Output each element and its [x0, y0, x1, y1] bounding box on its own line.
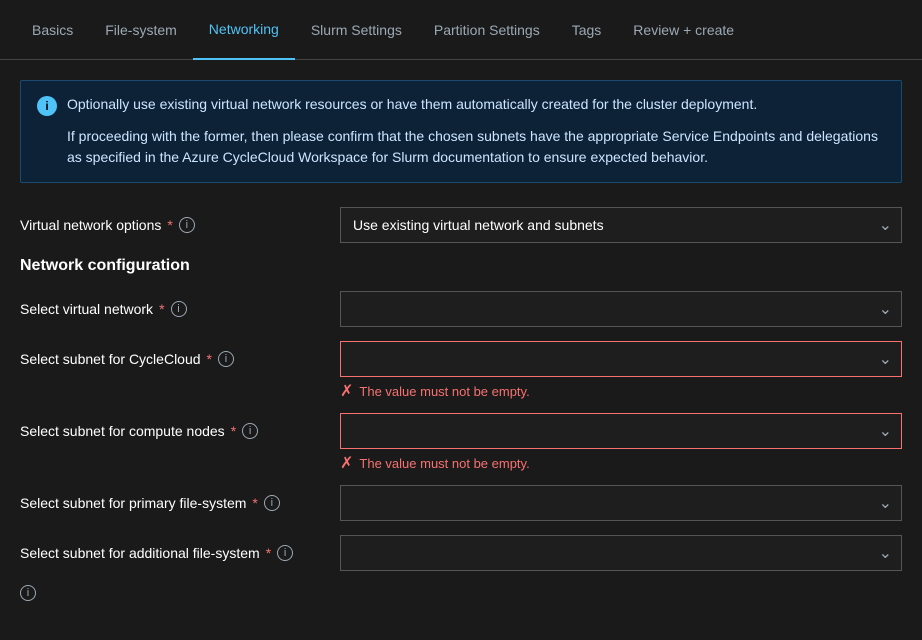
select-virtual-network-row: Select virtual network * i ⌄: [20, 291, 902, 327]
select-subnet-compute-info-icon[interactable]: i: [242, 423, 258, 439]
virtual-network-options-info-icon[interactable]: i: [179, 217, 195, 233]
tab-basics[interactable]: Basics: [16, 0, 89, 60]
select-subnet-compute-row: Select subnet for compute nodes * i ⌄: [20, 413, 902, 449]
select-subnet-cyclecloud-row: Select subnet for CycleCloud * i ⌄: [20, 341, 902, 377]
tab-partition[interactable]: Partition Settings: [418, 0, 556, 60]
virtual-network-options-section: Virtual network options * i Use existing…: [20, 207, 902, 243]
select-subnet-primary-fs-required: *: [252, 495, 257, 511]
select-subnet-cyclecloud-select[interactable]: [340, 341, 902, 377]
select-virtual-network-wrapper: ⌄: [340, 291, 902, 327]
main-content: i Optionally use existing virtual networ…: [0, 60, 922, 621]
network-configuration-heading: Network configuration: [20, 257, 902, 275]
select-subnet-primary-fs-row: Select subnet for primary file-system * …: [20, 485, 902, 521]
tab-slurm[interactable]: Slurm Settings: [295, 0, 418, 60]
select-subnet-primary-fs-label: Select subnet for primary file-system * …: [20, 495, 340, 511]
select-virtual-network-label-text: Select virtual network: [20, 301, 153, 317]
bottom-info-row: i: [20, 585, 902, 601]
select-subnet-cyclecloud-error-text: The value must not be empty.: [359, 384, 529, 399]
select-subnet-cyclecloud-wrapper: ⌄: [340, 341, 902, 377]
select-subnet-additional-fs-wrapper: ⌄: [340, 535, 902, 571]
select-subnet-cyclecloud-error-icon: ✗: [340, 381, 353, 401]
select-subnet-compute-error-icon: ✗: [340, 453, 353, 473]
select-virtual-network-info-icon[interactable]: i: [171, 301, 187, 317]
select-subnet-cyclecloud-info-icon[interactable]: i: [218, 351, 234, 367]
select-virtual-network-label: Select virtual network * i: [20, 301, 340, 317]
tab-review[interactable]: Review + create: [617, 0, 750, 60]
virtual-network-options-wrapper: Use existing virtual network and subnets…: [340, 207, 902, 243]
tab-networking[interactable]: Networking: [193, 0, 295, 60]
select-subnet-primary-fs-section: Select subnet for primary file-system * …: [20, 485, 902, 521]
bottom-info-icon[interactable]: i: [20, 585, 36, 601]
info-box-line1: Optionally use existing virtual network …: [67, 95, 757, 115]
select-subnet-compute-label: Select subnet for compute nodes * i: [20, 423, 340, 439]
select-subnet-additional-fs-required: *: [266, 545, 271, 561]
select-subnet-compute-error-text: The value must not be empty.: [359, 456, 529, 471]
select-subnet-compute-error-row: ✗ The value must not be empty.: [20, 453, 902, 473]
select-subnet-primary-fs-label-text: Select subnet for primary file-system: [20, 495, 246, 511]
virtual-network-options-required: *: [167, 217, 172, 233]
select-subnet-compute-select[interactable]: [340, 413, 902, 449]
select-virtual-network-section: Select virtual network * i ⌄: [20, 291, 902, 327]
tab-filesystem[interactable]: File-system: [89, 0, 193, 60]
select-subnet-primary-fs-select[interactable]: [340, 485, 902, 521]
select-subnet-cyclecloud-section: Select subnet for CycleCloud * i ⌄ ✗ The…: [20, 341, 902, 401]
select-subnet-compute-label-text: Select subnet for compute nodes: [20, 423, 225, 439]
info-box-line2: If proceeding with the former, then plea…: [37, 126, 885, 168]
tab-tags[interactable]: Tags: [556, 0, 618, 60]
virtual-network-options-select[interactable]: Use existing virtual network and subnets…: [340, 207, 902, 243]
select-subnet-additional-fs-info-icon[interactable]: i: [277, 545, 293, 561]
info-box: i Optionally use existing virtual networ…: [20, 80, 902, 183]
select-subnet-additional-fs-row: Select subnet for additional file-system…: [20, 535, 902, 571]
select-subnet-cyclecloud-label: Select subnet for CycleCloud * i: [20, 351, 340, 367]
select-subnet-compute-wrapper: ⌄: [340, 413, 902, 449]
select-subnet-additional-fs-select[interactable]: [340, 535, 902, 571]
select-virtual-network-required: *: [159, 301, 164, 317]
select-subnet-additional-fs-section: Select subnet for additional file-system…: [20, 535, 902, 571]
select-subnet-primary-fs-info-icon[interactable]: i: [264, 495, 280, 511]
select-subnet-compute-required: *: [231, 423, 236, 439]
select-subnet-compute-section: Select subnet for compute nodes * i ⌄ ✗ …: [20, 413, 902, 473]
virtual-network-options-row: Virtual network options * i Use existing…: [20, 207, 902, 243]
select-subnet-cyclecloud-label-text: Select subnet for CycleCloud: [20, 351, 201, 367]
virtual-network-options-label-text: Virtual network options: [20, 217, 161, 233]
virtual-network-options-label: Virtual network options * i: [20, 217, 340, 233]
select-subnet-cyclecloud-required: *: [207, 351, 212, 367]
select-virtual-network-select[interactable]: [340, 291, 902, 327]
select-subnet-cyclecloud-error-row: ✗ The value must not be empty.: [20, 381, 902, 401]
select-subnet-additional-fs-label: Select subnet for additional file-system…: [20, 545, 340, 561]
info-box-header: i Optionally use existing virtual networ…: [37, 95, 885, 116]
select-subnet-primary-fs-wrapper: ⌄: [340, 485, 902, 521]
info-box-icon: i: [37, 96, 57, 116]
nav-tabs: Basics File-system Networking Slurm Sett…: [0, 0, 922, 60]
select-subnet-additional-fs-label-text: Select subnet for additional file-system: [20, 545, 260, 561]
